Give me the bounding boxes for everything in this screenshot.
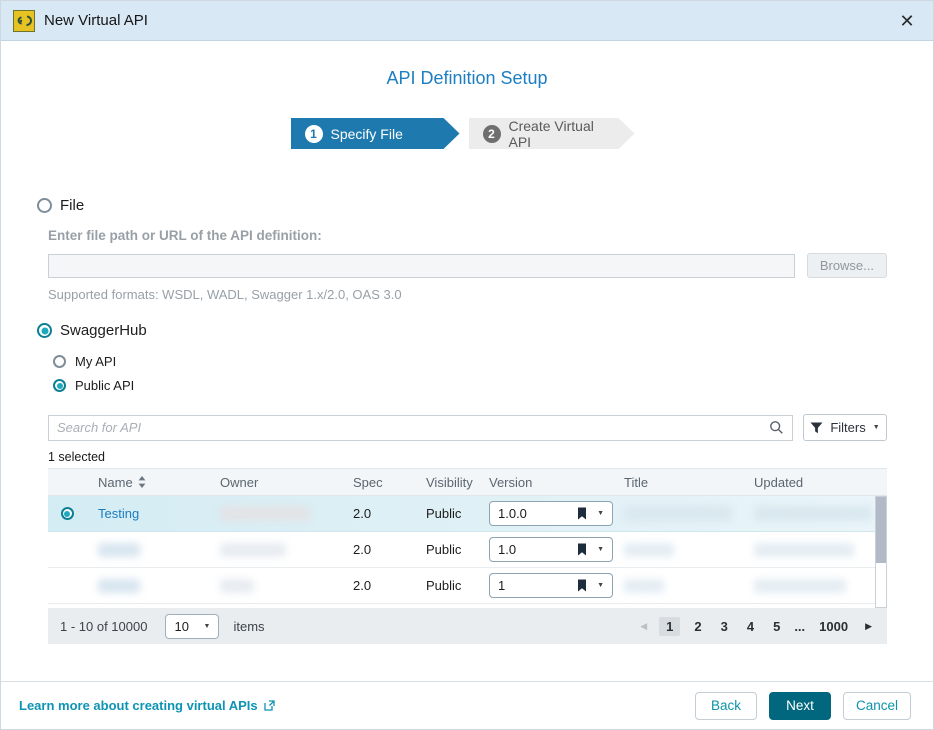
- header-updated[interactable]: Updated: [746, 475, 887, 490]
- dialog-footer: Learn more about creating virtual APIs B…: [1, 681, 933, 729]
- redacted-title: [624, 506, 732, 521]
- supported-formats-hint: Supported formats: WSDL, WADL, Swagger 1…: [48, 287, 887, 302]
- version-caret-icon: ▼: [597, 582, 604, 589]
- filters-button[interactable]: Filters ▼: [803, 414, 887, 441]
- file-radio-label: File: [60, 197, 84, 214]
- filters-caret-icon: ▼: [873, 424, 880, 431]
- swaggerhub-radio[interactable]: [37, 323, 52, 338]
- next-button[interactable]: Next: [769, 692, 831, 720]
- page-button-4[interactable]: 4: [742, 617, 759, 636]
- redacted-title: [624, 543, 674, 557]
- redacted-updated: [754, 543, 854, 557]
- back-button[interactable]: Back: [695, 692, 757, 720]
- header-owner[interactable]: Owner: [198, 475, 331, 490]
- search-input[interactable]: [57, 420, 769, 435]
- public-api-label: Public API: [75, 378, 134, 393]
- my-api-label: My API: [75, 354, 116, 369]
- sort-icon[interactable]: [138, 476, 146, 488]
- header-spec[interactable]: Spec: [331, 475, 411, 490]
- redacted-updated: [754, 579, 846, 593]
- my-api-radio[interactable]: [53, 355, 66, 368]
- page-button-2[interactable]: 2: [689, 617, 706, 636]
- table-header-row: Name Owner Spec Visibility Version Title…: [48, 469, 887, 496]
- page-size-value: 10: [174, 619, 188, 634]
- version-value: 1: [498, 578, 505, 593]
- dialog-title: New Virtual API: [44, 12, 148, 29]
- bookmark-icon: [577, 579, 587, 592]
- bookmark-icon: [577, 507, 587, 520]
- file-path-input[interactable]: [48, 254, 795, 278]
- wizard-steps: 1 Specify File 2 Create Virtual API: [1, 118, 933, 149]
- version-dropdown[interactable]: 1 ▼: [489, 573, 613, 598]
- version-caret-icon: ▼: [597, 546, 604, 553]
- step-specify-file[interactable]: 1 Specify File: [291, 118, 460, 149]
- footer-buttons: Back Next Cancel: [695, 692, 911, 720]
- external-link-icon: [264, 700, 275, 711]
- table-row[interactable]: 2.0 Public 1.0 ▼: [48, 532, 875, 568]
- page-title: API Definition Setup: [1, 68, 933, 89]
- file-section: File Enter file path or URL of the API d…: [37, 197, 887, 302]
- page-size-caret-icon: ▼: [204, 623, 211, 630]
- header-name[interactable]: Name: [86, 475, 198, 490]
- row-select-radio[interactable]: [61, 507, 74, 520]
- file-path-prompt: Enter file path or URL of the API defini…: [48, 228, 887, 243]
- pagination-range: 1 - 10 of 10000: [60, 619, 147, 634]
- step-2-label: Create Virtual API: [509, 118, 609, 150]
- next-page-icon[interactable]: ▶: [862, 621, 875, 632]
- api-name-link[interactable]: Testing: [98, 506, 139, 521]
- page-ellipsis: ...: [794, 619, 805, 634]
- page-button-1[interactable]: 1: [659, 617, 680, 636]
- page-button-3[interactable]: 3: [716, 617, 733, 636]
- version-value: 1.0: [498, 542, 516, 557]
- redacted-owner: [220, 579, 254, 593]
- version-value: 1.0.0: [498, 506, 527, 521]
- search-box: [48, 415, 793, 441]
- swaggerhub-radio-label: SwaggerHub: [60, 322, 147, 339]
- version-dropdown[interactable]: 1.0.0 ▼: [489, 501, 613, 526]
- search-icon[interactable]: [769, 420, 784, 435]
- version-dropdown[interactable]: 1.0 ▼: [489, 537, 613, 562]
- table-row[interactable]: Testing 2.0 Public 1.0.0 ▼: [48, 496, 875, 532]
- step-1-label: Specify File: [331, 126, 403, 142]
- redacted-name: [98, 543, 140, 557]
- selected-count: 1 selected: [48, 450, 933, 464]
- prev-page-icon[interactable]: ◀: [637, 621, 650, 632]
- filter-funnel-icon: [810, 422, 823, 434]
- step-1-number: 1: [305, 125, 323, 143]
- table-row[interactable]: [48, 604, 875, 608]
- header-visibility[interactable]: Visibility: [411, 475, 481, 490]
- table-scrollbar[interactable]: [875, 496, 887, 608]
- filters-label: Filters: [830, 420, 865, 435]
- header-title[interactable]: Title: [616, 475, 746, 490]
- api-table: Name Owner Spec Visibility Version Title…: [48, 468, 887, 608]
- table-row[interactable]: 2.0 Public 1 ▼: [48, 568, 875, 604]
- page-size-dropdown[interactable]: 10 ▼: [165, 614, 219, 639]
- header-version[interactable]: Version: [481, 475, 616, 490]
- pager: ◀ 1 2 3 4 5 ... 1000 ▶: [637, 617, 875, 636]
- table-scrollbar-thumb[interactable]: [876, 497, 886, 563]
- page-button-5[interactable]: 5: [768, 617, 785, 636]
- items-label: items: [233, 619, 264, 634]
- redacted-owner: [220, 543, 286, 557]
- close-icon[interactable]: ✕: [893, 7, 921, 35]
- dialog-titlebar: New Virtual API ✕: [1, 1, 933, 41]
- learn-more-link[interactable]: Learn more about creating virtual APIs: [19, 698, 275, 713]
- cancel-button[interactable]: Cancel: [843, 692, 911, 720]
- redacted-name: [98, 579, 140, 593]
- redacted-title: [624, 579, 664, 593]
- file-radio[interactable]: [37, 198, 52, 213]
- page-button-last[interactable]: 1000: [814, 617, 853, 636]
- redacted-updated: [754, 506, 872, 521]
- public-api-radio[interactable]: [53, 379, 66, 392]
- readyapi-virt-app-icon: [13, 10, 35, 32]
- step-2-number: 2: [483, 125, 501, 143]
- swaggerhub-section: SwaggerHub My API Public API: [37, 322, 887, 393]
- bookmark-icon: [577, 543, 587, 556]
- browse-button[interactable]: Browse...: [807, 253, 887, 278]
- redacted-owner: [220, 506, 310, 521]
- step-create-virtual-api[interactable]: 2 Create Virtual API: [469, 118, 635, 149]
- version-caret-icon: ▼: [597, 510, 604, 517]
- pagination-bar: 1 - 10 of 10000 10 ▼ items ◀ 1 2 3 4 5 .…: [48, 608, 887, 644]
- search-row: Filters ▼: [48, 414, 887, 441]
